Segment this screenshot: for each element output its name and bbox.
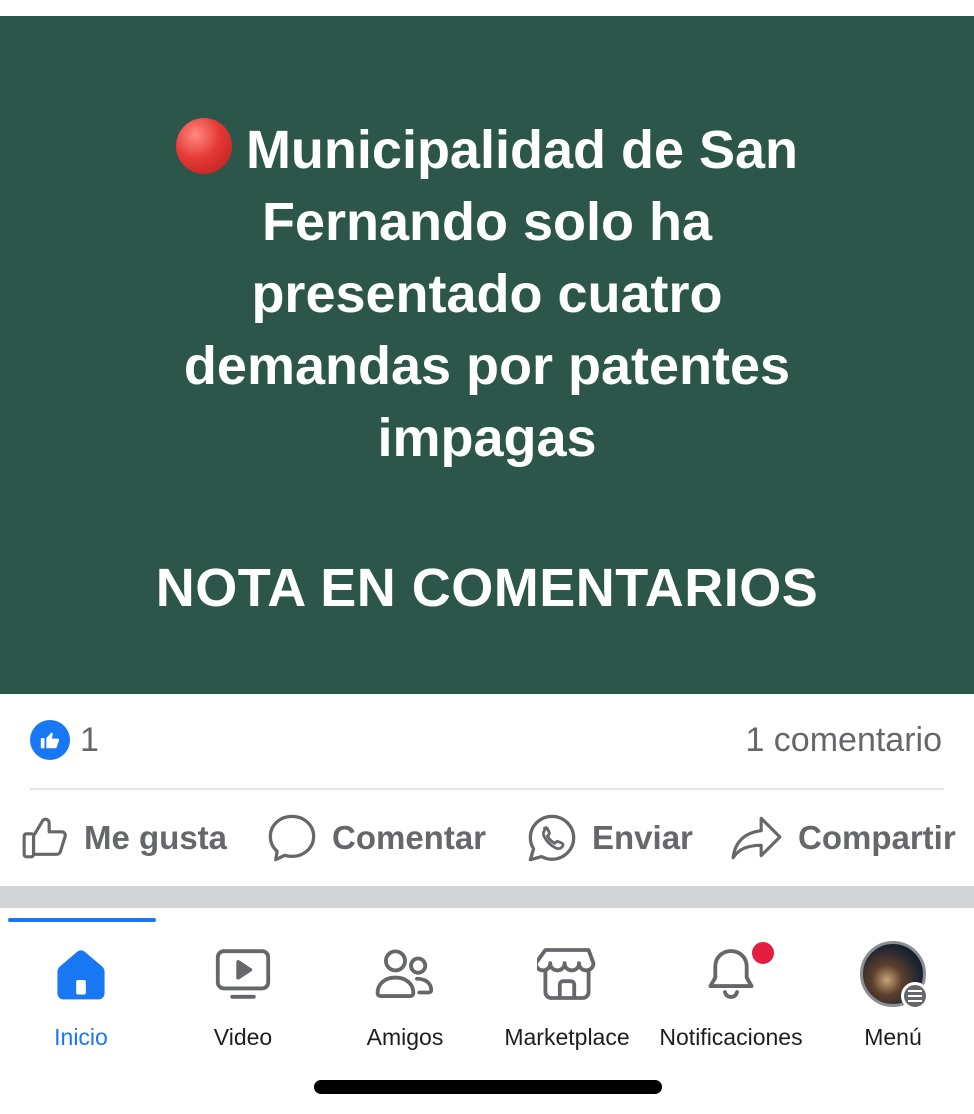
comment-button-label: Comentar bbox=[332, 819, 487, 856]
post-headline-text: Municipalidad de San Fernando solo ha pr… bbox=[183, 120, 799, 468]
tab-friends[interactable]: Amigos bbox=[324, 942, 486, 1052]
tab-friends-label: Amigos bbox=[366, 1024, 444, 1050]
like-button[interactable]: Me gusta bbox=[20, 810, 227, 866]
thumbs-up-icon bbox=[22, 817, 67, 859]
tab-menu[interactable]: Menú bbox=[812, 941, 974, 1052]
video-icon bbox=[215, 949, 271, 999]
share-button[interactable]: Compartir bbox=[730, 810, 956, 866]
whatsapp-icon bbox=[528, 814, 576, 862]
notification-badge bbox=[750, 940, 776, 966]
menu-icon bbox=[901, 982, 929, 1010]
tab-home-label: Inicio bbox=[54, 1024, 108, 1050]
tab-home[interactable]: Inicio bbox=[0, 942, 162, 1052]
post-actions: Me gusta Comentar Enviar Compartir bbox=[0, 790, 974, 886]
section-separator bbox=[0, 886, 974, 908]
send-button[interactable]: Enviar bbox=[526, 810, 693, 866]
post-note: NOTA EN COMENTARIOS bbox=[155, 558, 819, 618]
tab-video[interactable]: Video bbox=[162, 942, 324, 1052]
friends-icon bbox=[375, 949, 434, 998]
avatar bbox=[860, 941, 929, 1010]
red-circle-icon bbox=[175, 118, 232, 174]
home-indicator bbox=[314, 1080, 662, 1094]
tab-notifications-label: Notificaciones bbox=[659, 1024, 803, 1050]
tab-notifications[interactable]: Notificaciones bbox=[650, 940, 812, 1052]
like-button-label: Me gusta bbox=[84, 819, 228, 856]
active-tab-indicator bbox=[8, 918, 156, 922]
home-icon bbox=[57, 950, 105, 1000]
post-stats: 1 1 comentario bbox=[0, 694, 974, 789]
tab-menu-label: Menú bbox=[864, 1024, 922, 1050]
send-button-label: Enviar bbox=[592, 819, 693, 856]
share-button-label: Compartir bbox=[798, 819, 956, 856]
comment-button[interactable]: Comentar bbox=[266, 810, 486, 866]
post-image[interactable]: Municipalidad de San Fernando solo ha pr… bbox=[0, 16, 974, 694]
comment-count[interactable]: 1 comentario bbox=[745, 720, 942, 760]
like-reaction-icon[interactable] bbox=[30, 720, 70, 760]
tab-marketplace-label: Marketplace bbox=[504, 1024, 630, 1050]
tab-video-label: Video bbox=[213, 1024, 273, 1050]
marketplace-icon bbox=[537, 948, 596, 1000]
comment-icon bbox=[268, 814, 316, 862]
tab-marketplace[interactable]: Marketplace bbox=[486, 942, 648, 1052]
like-count[interactable]: 1 bbox=[80, 720, 99, 760]
share-icon bbox=[731, 816, 782, 860]
post-headline: Municipalidad de San Fernando solo ha pr… bbox=[0, 114, 974, 474]
